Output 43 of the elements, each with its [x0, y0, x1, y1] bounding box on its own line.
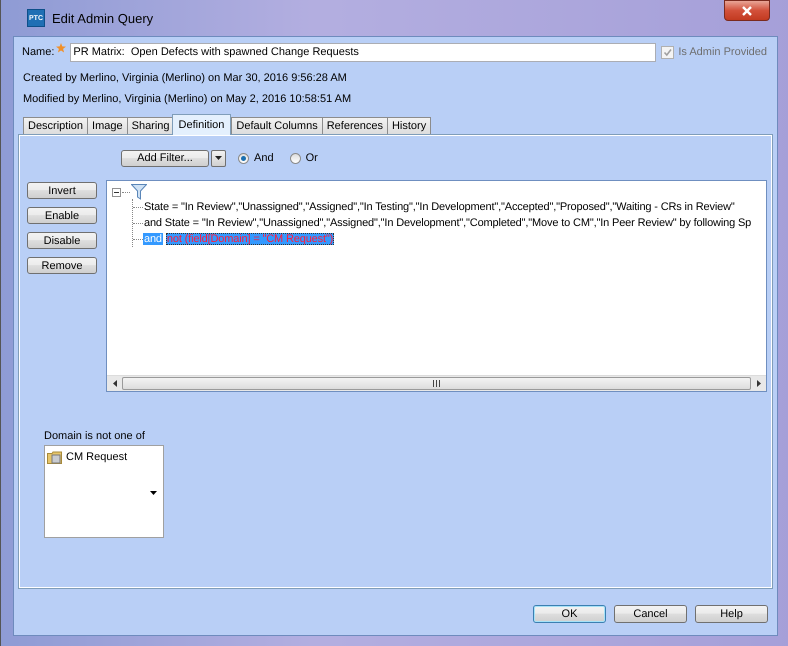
- filter-condition[interactable]: and State = "In Review","Unassigned","Assigned","In Development","Completed","Move to CM","In Peer Review" by following Sp: [143, 217, 752, 229]
- action-button[interactable]: Remove: [27, 257, 97, 274]
- modified-info: Modified by Merlino, Virginia (Merlino) on May 2, 2016 10:58:51 AM: [23, 92, 352, 107]
- dialog-button[interactable]: Help: [695, 604, 768, 622]
- name-field[interactable]: PR Matrix: Open Defects with spawned Change Requests: [70, 42, 656, 62]
- close-button[interactable]: [724, 0, 770, 21]
- check-icon: [662, 48, 673, 56]
- grip-icon: [433, 380, 440, 387]
- collapse-toggle[interactable]: [112, 188, 121, 196]
- right-arrow-icon[interactable]: [756, 380, 760, 387]
- tab[interactable]: Default Columns: [231, 117, 323, 134]
- radio-button[interactable]: [238, 152, 249, 164]
- horizontal-scrollbar[interactable]: [107, 375, 766, 391]
- action-button[interactable]: Invert: [27, 182, 97, 199]
- radio-label: Or: [306, 152, 318, 164]
- action-button[interactable]: Disable: [27, 232, 97, 249]
- window-title: Edit Admin Query: [52, 10, 154, 26]
- caret-icon: [150, 491, 157, 495]
- caret-icon: [215, 156, 222, 160]
- close-icon: [741, 4, 753, 16]
- name-label: Name:: [22, 46, 54, 58]
- radio-label: And: [254, 152, 274, 164]
- dropdown-button[interactable]: [211, 150, 226, 166]
- tab[interactable]: History: [386, 117, 432, 134]
- radio-button[interactable]: [290, 152, 301, 164]
- tab[interactable]: Image: [87, 117, 128, 134]
- action-button[interactable]: Enable: [27, 207, 97, 224]
- tab[interactable]: References: [322, 117, 388, 134]
- tab[interactable]: Description: [23, 117, 88, 134]
- funnel-icon: [131, 184, 147, 200]
- left-arrow-icon[interactable]: [112, 380, 116, 387]
- created-info: Created by Merlino, Virginia (Merlino) on Mar 30, 2016 9:56:28 AM: [23, 71, 348, 86]
- dialog-button[interactable]: Cancel: [614, 604, 687, 622]
- detail-heading: Domain is not one of: [44, 430, 146, 444]
- add-filter-button[interactable]: Add Filter...: [121, 150, 209, 166]
- folder-icon: [47, 450, 62, 464]
- dialog-button[interactable]: OK: [533, 604, 606, 622]
- tab[interactable]: Definition: [172, 114, 232, 135]
- filter-condition[interactable]: State = "In Review","Unassigned","Assigned","In Testing","In Development","Accepted","Proposed","Waiting - CRs in Review": [143, 201, 736, 213]
- tab[interactable]: Sharing: [126, 117, 175, 134]
- value-list[interactable]: CM Request: [44, 445, 164, 538]
- list-item[interactable]: CM Request: [66, 451, 128, 463]
- checkbox-label: Is Admin Provided: [678, 46, 767, 58]
